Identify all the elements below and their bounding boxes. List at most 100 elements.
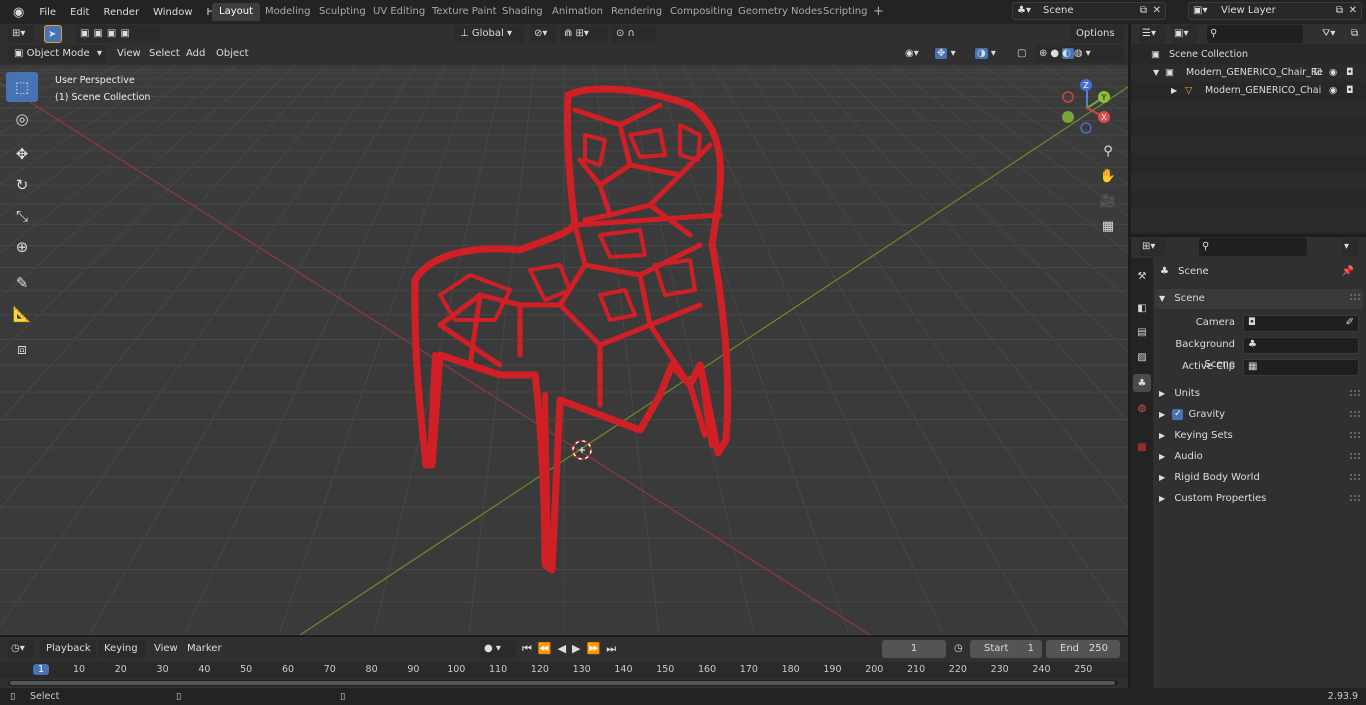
tab-view-layer[interactable]: ▨ <box>1133 348 1151 366</box>
scrollbar-thumb[interactable] <box>10 681 1115 685</box>
gravity-checkbox[interactable]: ✓ <box>1172 408 1184 420</box>
menu-object[interactable]: Object <box>216 45 249 63</box>
drag-handle-icon[interactable] <box>1350 294 1360 300</box>
selection-mode-buttons[interactable]: ▣▣▣▣ <box>76 25 160 43</box>
menu-playback[interactable]: Playback ▾ <box>40 640 96 672</box>
panel-keying-sets[interactable]: ▶ Keying Sets <box>1155 426 1363 446</box>
overlay-toggle-button[interactable]: ◑ ▾ <box>972 45 1006 63</box>
camera-render-icon[interactable]: ◘ <box>1346 82 1354 100</box>
outliner-row-collection[interactable]: ▼ ▣ Modern_GENERICO_Chair_Re ☑ ◉ ◘ <box>1131 64 1366 82</box>
panel-rigid-body-world[interactable]: ▶ Rigid Body World <box>1155 468 1363 488</box>
panel-audio[interactable]: ▶ Audio <box>1155 447 1363 467</box>
select-tool-button[interactable]: ➤ <box>44 25 62 43</box>
timeline-scrollbar[interactable] <box>8 680 1118 686</box>
tab-sculpting[interactable]: Sculpting <box>312 3 373 21</box>
navigation-gizmo[interactable]: Z Y X <box>1054 75 1120 141</box>
eyedropper-icon[interactable]: ✐ <box>1346 317 1354 328</box>
tool-select-box[interactable]: ⬚ <box>6 72 38 102</box>
active-clip-field[interactable]: ▦ <box>1243 359 1359 376</box>
view-layer-selector[interactable]: ▣▾ View Layer ⧉ ✕ <box>1188 2 1362 20</box>
tab-scene[interactable]: ♣ <box>1133 374 1151 392</box>
menu-select[interactable]: Select <box>149 45 180 63</box>
scene-selector[interactable]: ♣▾ Scene ⧉ ✕ <box>1012 2 1166 20</box>
playback-controls[interactable]: ⏮⏪◀▶⏩⏭ <box>522 640 622 658</box>
outliner-search-input[interactable]: ⚲ <box>1207 25 1303 43</box>
background-scene-field[interactable]: ♣ <box>1243 337 1359 354</box>
pan-button[interactable]: ✋ <box>1097 165 1119 187</box>
expand-arrow-icon[interactable]: ▶ <box>1171 82 1177 100</box>
eye-icon[interactable]: ◉ <box>1329 64 1337 82</box>
outliner-row-scene-collection[interactable]: ▣ Scene Collection <box>1131 46 1366 64</box>
pivot-point-button[interactable]: ⊘▾ <box>530 25 556 43</box>
properties-options-button[interactable]: ▾ <box>1341 238 1359 256</box>
panel-units[interactable]: ▶ Units <box>1155 384 1363 404</box>
filter-button[interactable]: ⛛▾ <box>1319 25 1347 43</box>
menu-keying[interactable]: Keying ▾ <box>98 640 146 672</box>
tool-annotate[interactable]: ✎ <box>6 268 38 298</box>
mode-dropdown[interactable]: ▣ Object Mode ▾ <box>8 45 106 63</box>
camera-render-icon[interactable]: ◘ <box>1346 64 1354 82</box>
editor-type-button[interactable]: ⊞▾ <box>8 25 34 43</box>
drag-handle-icon[interactable] <box>1350 432 1360 438</box>
menu-timeline-view[interactable]: View <box>154 640 178 658</box>
tab-rendering[interactable]: Rendering <box>604 3 669 21</box>
drag-handle-icon[interactable] <box>1350 390 1360 396</box>
tool-measure[interactable]: 📐 <box>6 299 38 329</box>
eye-icon[interactable]: ◉ <box>1329 82 1337 100</box>
drag-handle-icon[interactable] <box>1350 495 1360 501</box>
menu-file[interactable]: File <box>32 7 63 18</box>
properties-editor-type[interactable]: ⊞▾ <box>1139 238 1165 256</box>
tool-move[interactable]: ✥ <box>6 139 38 169</box>
delete-view-layer-icon[interactable]: ✕ <box>1349 3 1357 19</box>
tab-texture[interactable]: ▩ <box>1133 438 1151 456</box>
menu-edit[interactable]: Edit <box>63 7 96 18</box>
options-dropdown[interactable]: Options ▾ <box>1070 25 1124 57</box>
display-mode-button[interactable]: ▣▾ <box>1171 25 1197 43</box>
pin-icon[interactable]: 📌 <box>1342 262 1354 282</box>
tab-layout[interactable]: Layout <box>212 3 260 21</box>
new-view-layer-icon[interactable]: ⧉ <box>1336 3 1343 19</box>
3d-viewport[interactable]: User Perspective (1) Scene Collection Z … <box>0 65 1128 635</box>
new-collection-button[interactable]: ⧉ <box>1349 25 1365 43</box>
panel-scene-header[interactable]: ▼ Scene <box>1155 289 1363 309</box>
outliner-row-object[interactable]: ▶ ▽ Modern_GENERICO_Chai ◉ ◘ <box>1131 82 1366 100</box>
snap-button[interactable]: ⋒ ⊞▾ <box>560 25 608 43</box>
shading-mode-buttons[interactable]: ⊕●◐◍▾ <box>1036 45 1124 63</box>
tab-modeling[interactable]: Modeling <box>258 3 318 21</box>
menu-view[interactable]: View <box>117 45 141 63</box>
gizmo-toggle-button[interactable]: ✥ ▾ <box>932 45 966 63</box>
tool-add-cube[interactable]: ⧈ <box>6 334 38 364</box>
blender-logo-icon[interactable]: ◉ <box>6 5 32 20</box>
tab-compositing[interactable]: Compositing <box>663 3 740 21</box>
new-scene-icon[interactable]: ⧉ <box>1140 3 1147 19</box>
end-frame-field[interactable]: End 250 <box>1046 640 1120 658</box>
tool-rotate[interactable]: ↻ <box>6 170 38 200</box>
drag-handle-icon[interactable] <box>1350 411 1360 417</box>
zoom-button[interactable]: ⚲ <box>1097 140 1119 162</box>
tab-shading[interactable]: Shading <box>495 3 550 21</box>
tool-scale[interactable]: ⤡ <box>6 201 38 231</box>
properties-search-input[interactable]: ⚲ <box>1199 238 1307 256</box>
proportional-edit-button[interactable]: ⊙ ∩ <box>612 25 656 43</box>
timeline-editor-type[interactable]: ◷▾ <box>8 640 34 658</box>
tab-world[interactable]: ◍ <box>1133 399 1151 417</box>
expand-arrow-icon[interactable]: ▼ <box>1153 64 1159 82</box>
drag-handle-icon[interactable] <box>1350 453 1360 459</box>
tool-cursor[interactable]: ◎ <box>6 104 38 134</box>
tab-uv-editing[interactable]: UV Editing <box>366 3 432 21</box>
menu-render[interactable]: Render <box>96 7 146 18</box>
tab-output[interactable]: ▤ <box>1133 323 1151 341</box>
start-frame-field[interactable]: Start 1 <box>970 640 1042 658</box>
stopwatch-icon[interactable]: ◷ <box>954 640 963 658</box>
tab-animation[interactable]: Animation <box>545 3 610 21</box>
menu-marker[interactable]: Marker <box>187 640 222 658</box>
panel-custom-properties[interactable]: ▶ Custom Properties <box>1155 489 1363 509</box>
auto-keying-button[interactable]: ● ▾ <box>480 640 516 658</box>
ortho-toggle-button[interactable]: ▦ <box>1097 215 1119 237</box>
current-frame-field[interactable]: 1 <box>882 640 946 658</box>
xray-toggle-button[interactable]: ▢ <box>1014 45 1032 63</box>
transform-orientation-dropdown[interactable]: ⊥ Global ▾ <box>454 25 524 43</box>
panel-gravity[interactable]: ▶ ✓ Gravity <box>1155 405 1363 425</box>
visibility-button[interactable]: ◉▾ <box>902 45 928 63</box>
outliner-editor-type[interactable]: ☰▾ <box>1139 25 1165 43</box>
